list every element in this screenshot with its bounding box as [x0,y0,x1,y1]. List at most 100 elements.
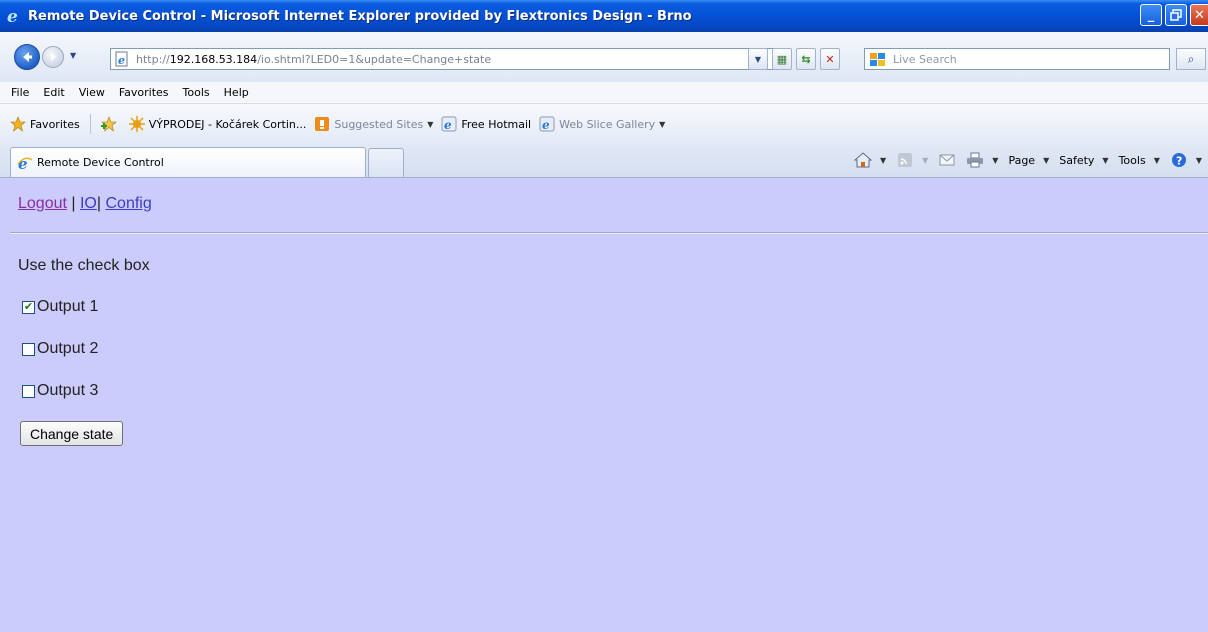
change-state-button[interactable]: Change state [20,421,124,446]
help-menu-button[interactable]: ? ▼ [1170,152,1202,168]
address-bar[interactable]: e http://192.168.53.184/io.shtml?LED0=1&… [110,48,788,70]
minimize-button[interactable]: _ [1140,4,1162,26]
fav-item-suggested-sites-label: Suggested Sites [334,117,424,131]
rss-feed-icon [896,152,914,168]
ie-page-icon: e [539,116,555,132]
page-nav: Logout | IO| Config [18,195,152,213]
tab-remote-device-control[interactable]: e Remote Device Control [10,147,366,177]
menu-tools[interactable]: Tools [176,86,217,99]
arrow-left-icon [23,52,32,62]
output-1-label: Output 1 [37,298,99,315]
forward-button[interactable] [42,46,64,68]
compat-page-icon: ▦ [776,52,788,66]
chevron-down-icon: ▼ [1102,155,1109,165]
tab-row: e Remote Device Control ▼ ▼ ▼ Page ▼ Saf… [0,144,1208,178]
live-search-icon [869,51,887,67]
output-3-checkbox[interactable] [22,384,35,398]
output-3-label: Output 3 [37,382,99,399]
search-button[interactable]: ⌕ [1176,48,1206,70]
printer-icon [966,152,984,168]
fav-item-vyprodej[interactable]: VÝPRODEJ - Kočárek Cortin... [128,116,307,132]
output-2-row: Output 2 [22,340,98,358]
svg-text:?: ? [1176,155,1182,168]
favorites-label: Favorites [30,117,80,131]
ie-logo-icon: e [4,6,24,26]
menu-favorites[interactable]: Favorites [112,86,176,99]
read-mail-button[interactable] [938,152,956,168]
nav-separator: | [66,195,80,212]
fav-item-suggested-sites[interactable]: Suggested Sites ▼ [314,116,433,132]
page-content: Logout | IO| Config Use the check box ✔ … [0,179,1208,632]
fav-item-free-hotmail-label: Free Hotmail [461,117,532,131]
favorites-separator [89,114,91,134]
url-host: 192.168.53.184 [169,52,258,66]
chevron-down-icon: ▼ [1043,155,1050,165]
logout-link[interactable]: Logout [18,195,67,212]
favorites-button[interactable]: Favorites [10,116,80,132]
home-icon [853,152,872,168]
stop-button[interactable]: ✕ [820,48,840,70]
tab-label: Remote Device Control [37,156,164,169]
chevron-down-icon: ▼ [427,119,434,129]
page-menu-button[interactable]: Page ▼ [1008,154,1049,167]
menu-bar: File Edit View Favorites Tools Help [0,82,1208,104]
ie-page-icon: e [441,116,457,132]
url-scheme: http:// [136,52,170,66]
add-to-favorites-button[interactable] [100,116,121,132]
svg-text:e: e [118,54,125,67]
instruction-text: Use the check box [18,257,150,274]
refresh-button[interactable]: ⇆ [796,48,816,70]
output-1-row: ✔ Output 1 [22,298,98,316]
favorites-bar: Favorites VÝPRODEJ - Kočárek Cortin... S… [0,104,1208,144]
ie-tab-icon: e [17,155,33,173]
chevron-down-icon: ▼ [879,155,887,165]
close-window-button[interactable]: ✕ [1190,4,1208,26]
search-input[interactable]: Live Search [864,48,1170,70]
page-icon: e [114,51,130,67]
url-path: /io.shtml?LED0=1&update=Change+state [257,52,492,66]
stop-icon: ✕ [825,52,835,66]
home-button[interactable]: ▼ [853,152,887,168]
safety-menu-button[interactable]: Safety ▼ [1059,154,1108,167]
fav-item-vyprodej-label: VÝPRODEJ - Kočárek Cortin... [148,117,307,131]
help-icon: ? [1170,152,1188,168]
add-favorite-star-icon [100,116,117,132]
recent-pages-dropdown-icon[interactable]: ▼ [70,51,76,60]
output-2-checkbox[interactable] [22,342,35,356]
window-title: Remote Device Control - Microsoft Intern… [28,8,692,24]
svg-text:e: e [542,118,550,132]
chevron-down-icon: ▼ [754,54,762,64]
chevron-down-icon: ▼ [1195,155,1202,165]
search-placeholder: Live Search [893,52,957,66]
compatibility-view-button[interactable]: ▦ [772,48,792,70]
output-1-checkbox[interactable]: ✔ [22,300,35,314]
back-button[interactable] [14,44,40,70]
safety-menu-label: Safety [1059,153,1095,167]
address-dropdown-button[interactable]: ▼ [748,48,768,70]
maximize-button[interactable] [1165,4,1187,26]
address-toolbar: ▼ e http://192.168.53.184/io.shtml?LED0=… [0,32,1208,82]
new-tab-button[interactable] [368,148,404,177]
fav-item-web-slice-gallery-label: Web Slice Gallery [559,117,656,131]
command-bar: ▼ ▼ ▼ Page ▼ Safety ▼ Tools ▼ ? ▼ [853,152,1202,168]
feeds-button[interactable]: ▼ [896,152,928,168]
menu-help[interactable]: Help [217,86,256,99]
menu-file[interactable]: File [4,86,36,99]
chevron-down-icon: ▼ [659,119,666,129]
horizontal-rule [10,232,1208,234]
suggested-sites-icon [314,116,330,132]
star-icon [10,116,26,132]
output-3-row: Output 3 [22,382,98,400]
chevron-down-icon: ▼ [922,155,929,165]
mail-icon [938,152,956,168]
menu-edit[interactable]: Edit [36,86,71,99]
tools-menu-button[interactable]: Tools ▼ [1119,154,1160,167]
tools-menu-label: Tools [1118,153,1146,167]
print-button[interactable]: ▼ [966,152,998,168]
refresh-icon: ⇆ [801,52,811,66]
config-link[interactable]: Config [105,195,151,212]
fav-item-web-slice-gallery[interactable]: e Web Slice Gallery ▼ [539,116,665,132]
io-link[interactable]: IO [80,195,97,212]
fav-item-free-hotmail[interactable]: e Free Hotmail [441,116,531,132]
menu-view[interactable]: View [72,86,112,99]
